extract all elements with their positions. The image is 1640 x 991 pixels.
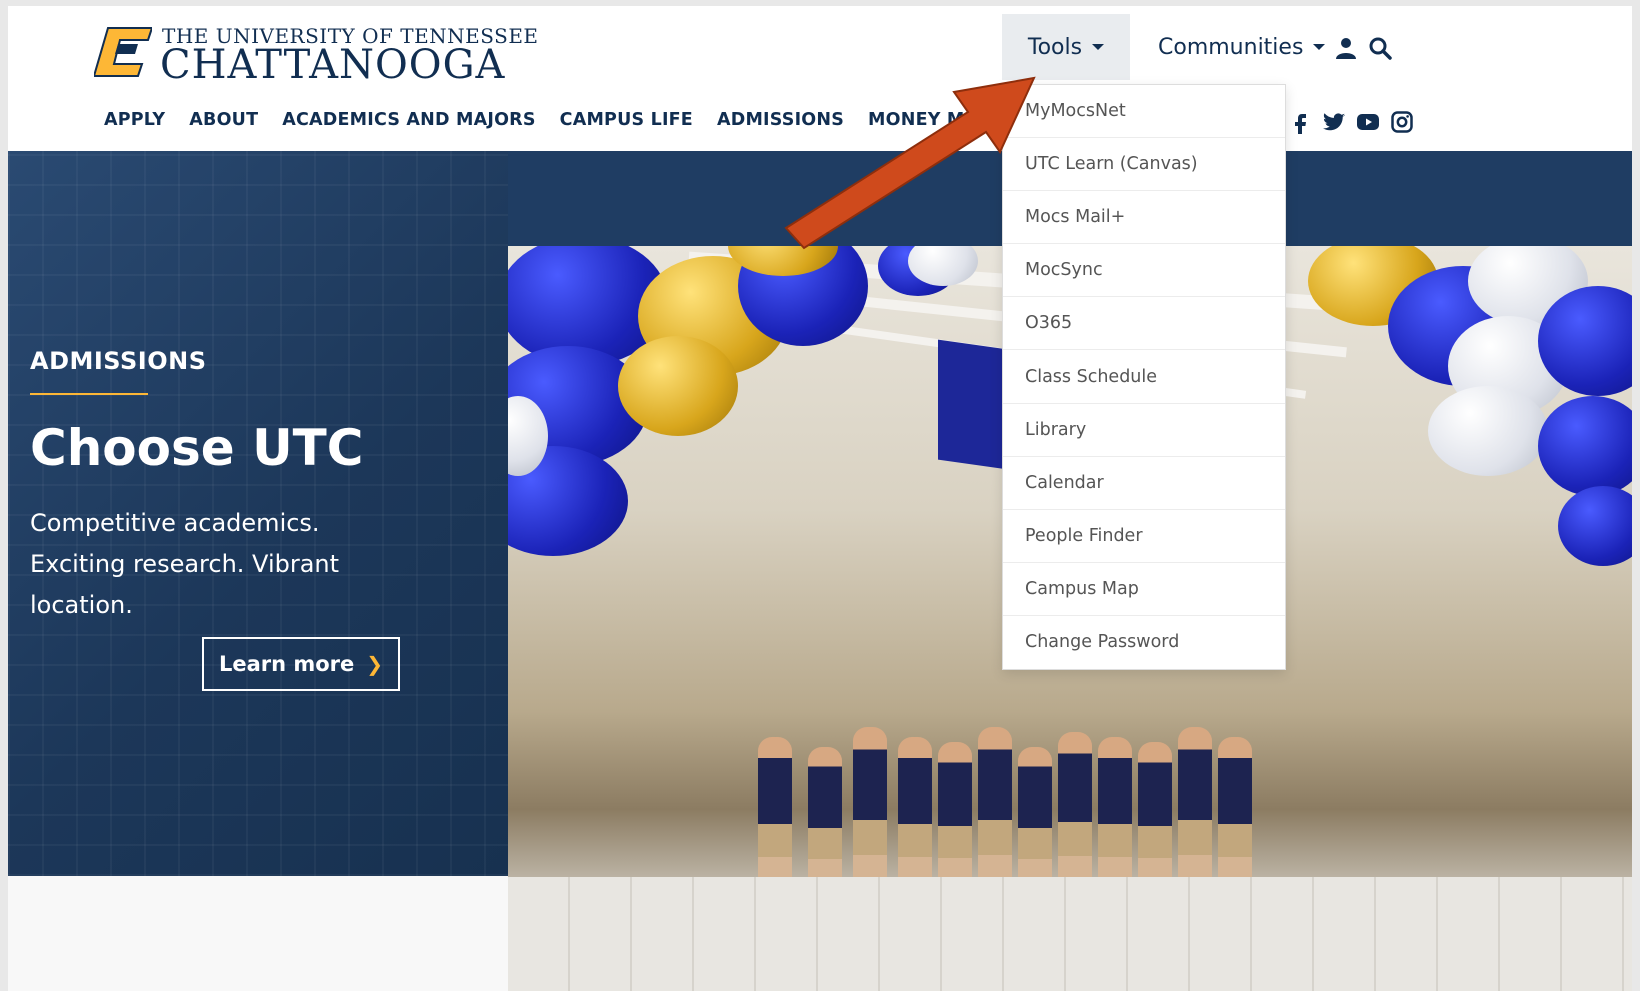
learn-more-button[interactable]: Learn more ❯ xyxy=(202,637,400,691)
communities-label: Communities xyxy=(1158,34,1304,60)
chevron-down-icon xyxy=(1092,44,1105,50)
menu-item-class-schedule[interactable]: Class Schedule xyxy=(1003,350,1285,404)
student xyxy=(1138,742,1172,887)
student xyxy=(938,742,972,887)
balloon xyxy=(618,336,738,436)
menu-item-o365[interactable]: O365 xyxy=(1003,297,1285,351)
student xyxy=(1058,732,1092,887)
hero-subtitle: Competitive academics. Exciting research… xyxy=(30,509,340,619)
twitter-icon[interactable] xyxy=(1322,110,1346,134)
student xyxy=(808,747,842,887)
nav-about[interactable]: ABOUT xyxy=(189,110,258,140)
nav-campus-life[interactable]: CAMPUS LIFE xyxy=(560,110,693,140)
chevron-down-icon xyxy=(1313,44,1326,50)
student xyxy=(1018,747,1052,887)
tools-label: Tools xyxy=(1027,34,1083,60)
utc-logo[interactable]: THE UNIVERSITY OF TENNESSEE CHATTANOOGA xyxy=(94,20,554,88)
annotation-arrow-icon xyxy=(784,76,1036,250)
balloon xyxy=(1538,396,1632,496)
youtube-icon[interactable] xyxy=(1356,110,1380,134)
tiled-floor xyxy=(508,877,1632,991)
content-area-light xyxy=(8,876,508,991)
chevron-right-icon: ❯ xyxy=(366,652,384,676)
balloon xyxy=(1428,386,1548,476)
hero-divider xyxy=(30,393,148,395)
social-links xyxy=(1288,110,1414,134)
user-icon[interactable] xyxy=(1334,36,1358,60)
student xyxy=(853,727,887,887)
student xyxy=(898,737,932,887)
facebook-icon[interactable] xyxy=(1288,110,1312,134)
student xyxy=(978,727,1012,887)
menu-item-calendar[interactable]: Calendar xyxy=(1003,457,1285,510)
menu-item-library[interactable]: Library xyxy=(1003,404,1285,457)
hero-category-label: ADMISSIONS xyxy=(30,347,207,375)
utc-c-logo-icon xyxy=(94,27,152,77)
nav-academics[interactable]: ACADEMICS AND MAJORS xyxy=(282,110,535,140)
communities-menu-button[interactable]: Communities xyxy=(1158,14,1326,80)
student xyxy=(1178,727,1212,887)
balloon xyxy=(1558,486,1632,566)
menu-item-people-finder[interactable]: People Finder xyxy=(1003,510,1285,563)
instagram-icon[interactable] xyxy=(1390,110,1414,134)
student xyxy=(758,737,792,887)
logo-chattanooga-text: CHATTANOOGA xyxy=(160,42,506,88)
search-icon[interactable] xyxy=(1368,36,1392,60)
menu-item-campus-map[interactable]: Campus Map xyxy=(1003,563,1285,616)
menu-item-change-password[interactable]: Change Password xyxy=(1003,616,1285,669)
student xyxy=(1218,737,1252,887)
browser-viewport: THE UNIVERSITY OF TENNESSEE CHATTANOOGA … xyxy=(8,6,1632,991)
student xyxy=(1098,737,1132,887)
nav-apply[interactable]: APPLY xyxy=(104,110,165,140)
hero-title: Choose UTC xyxy=(30,419,364,477)
learn-more-label: Learn more xyxy=(218,652,355,676)
